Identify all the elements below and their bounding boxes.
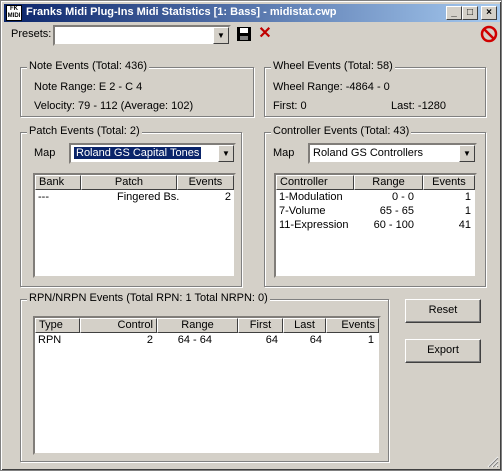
delete-preset-button[interactable]: ✕ — [256, 25, 274, 43]
no-entry-icon — [480, 25, 498, 43]
patch-map-combo[interactable]: Roland GS Capital Tones ▼ — [69, 143, 236, 164]
close-button[interactable]: × — [481, 6, 497, 20]
cell-first: 64 — [265, 334, 278, 346]
cell-control: 2 — [146, 334, 153, 346]
column-header-last[interactable]: Last — [283, 318, 326, 333]
controller-map-combo[interactable]: Roland GS Controllers ▼ — [308, 143, 477, 164]
window-title: Franks Midi Plug-Ins Midi Statistics [1:… — [26, 6, 337, 18]
reset-button[interactable]: Reset — [405, 299, 481, 323]
rpn-events-title: RPN/NRPN Events (Total RPN: 1 Total NRPN… — [27, 292, 270, 304]
cell-events: 1 — [367, 334, 374, 346]
column-header-patch[interactable]: Patch — [81, 175, 177, 190]
chevron-down-icon[interactable]: ▼ — [218, 145, 234, 162]
cell-range: 60 - 100 — [373, 219, 414, 231]
cell-range: 64 - 64 — [177, 334, 212, 346]
cell-controller: 1-Modulation — [279, 191, 343, 203]
save-preset-button[interactable] — [235, 26, 253, 44]
cell-events: 41 — [458, 219, 471, 231]
rpn-events-group: RPN/NRPN Events (Total RPN: 1 Total NRPN… — [20, 292, 389, 462]
wheel-last-text: Last: -1280 — [391, 100, 447, 112]
resize-grip-icon[interactable] — [487, 456, 499, 468]
cell-range: 65 - 65 — [379, 205, 414, 217]
column-header-control[interactable]: Control — [80, 318, 157, 333]
presets-label: Presets: — [11, 28, 52, 40]
title-bar[interactable]: FK MIDI Franks Midi Plug-Ins Midi Statis… — [4, 4, 500, 22]
cell-events: 1 — [464, 191, 471, 203]
app-icon[interactable]: FK MIDI — [6, 5, 22, 21]
patch-events-title: Patch Events (Total: 2) — [27, 125, 142, 137]
note-events-title: Note Events (Total: 436) — [27, 60, 150, 72]
column-header-range[interactable]: Range — [354, 175, 423, 190]
column-header-events[interactable]: Events — [326, 318, 379, 333]
patch-list[interactable]: Bank Patch Events --- Fingered Bs. 2 — [33, 173, 236, 278]
rpn-list[interactable]: Type Control Range First Last Events RPN… — [33, 316, 381, 455]
controller-map-label: Map — [273, 147, 295, 159]
column-header-range[interactable]: Range — [157, 318, 238, 333]
wheel-first-text: First: 0 — [273, 100, 307, 112]
cell-events: 2 — [224, 191, 231, 203]
column-header-events[interactable]: Events — [177, 175, 234, 190]
disable-button[interactable] — [480, 25, 498, 43]
minimize-button[interactable]: _ — [446, 6, 462, 20]
cell-type: RPN — [38, 334, 62, 346]
chevron-down-icon[interactable]: ▼ — [459, 145, 475, 162]
patch-map-value: Roland GS Capital Tones — [74, 147, 202, 159]
cell-bank: --- — [38, 191, 49, 203]
controller-events-group: Controller Events (Total: 43) Map Roland… — [264, 125, 486, 287]
controller-map-value: Roland GS Controllers — [313, 147, 424, 159]
velocity-text: Velocity: 79 - 112 (Average: 102) — [34, 100, 194, 112]
column-header-first[interactable]: First — [238, 318, 283, 333]
maximize-button[interactable]: □ — [462, 6, 478, 20]
note-range-text: Note Range: E 2 - C 4 — [34, 81, 143, 93]
controller-list[interactable]: Controller Range Events 1-Modulation 0 -… — [274, 173, 477, 278]
export-button[interactable]: Export — [405, 339, 481, 363]
wheel-events-group: Wheel Events (Total: 58) Wheel Range: -4… — [264, 60, 486, 117]
column-header-type[interactable]: Type — [35, 318, 80, 333]
controller-events-title: Controller Events (Total: 43) — [271, 125, 412, 137]
column-header-controller[interactable]: Controller — [276, 175, 354, 190]
cell-controller: 7-Volume — [279, 205, 326, 217]
presets-combo[interactable]: ▼ — [53, 25, 231, 46]
delete-x-icon: ✕ — [258, 25, 272, 42]
chevron-down-icon[interactable]: ▼ — [213, 27, 229, 44]
cell-patch: Fingered Bs. — [117, 191, 180, 203]
cell-last: 64 — [309, 334, 322, 346]
wheel-events-title: Wheel Events (Total: 58) — [271, 60, 395, 72]
column-header-bank[interactable]: Bank — [35, 175, 81, 190]
wheel-range-text: Wheel Range: -4864 - 0 — [273, 81, 390, 93]
cell-controller: 11-Expression — [279, 219, 349, 231]
floppy-disk-icon — [237, 27, 251, 41]
note-events-group: Note Events (Total: 436) Note Range: E 2… — [20, 60, 254, 117]
cell-range: 0 - 0 — [391, 191, 414, 203]
patch-events-group: Patch Events (Total: 2) Map Roland GS Ca… — [20, 125, 242, 287]
column-header-events[interactable]: Events — [423, 175, 475, 190]
cell-events: 1 — [464, 205, 471, 217]
main-window: FK MIDI Franks Midi Plug-Ins Midi Statis… — [0, 0, 502, 471]
patch-map-label: Map — [34, 147, 56, 159]
